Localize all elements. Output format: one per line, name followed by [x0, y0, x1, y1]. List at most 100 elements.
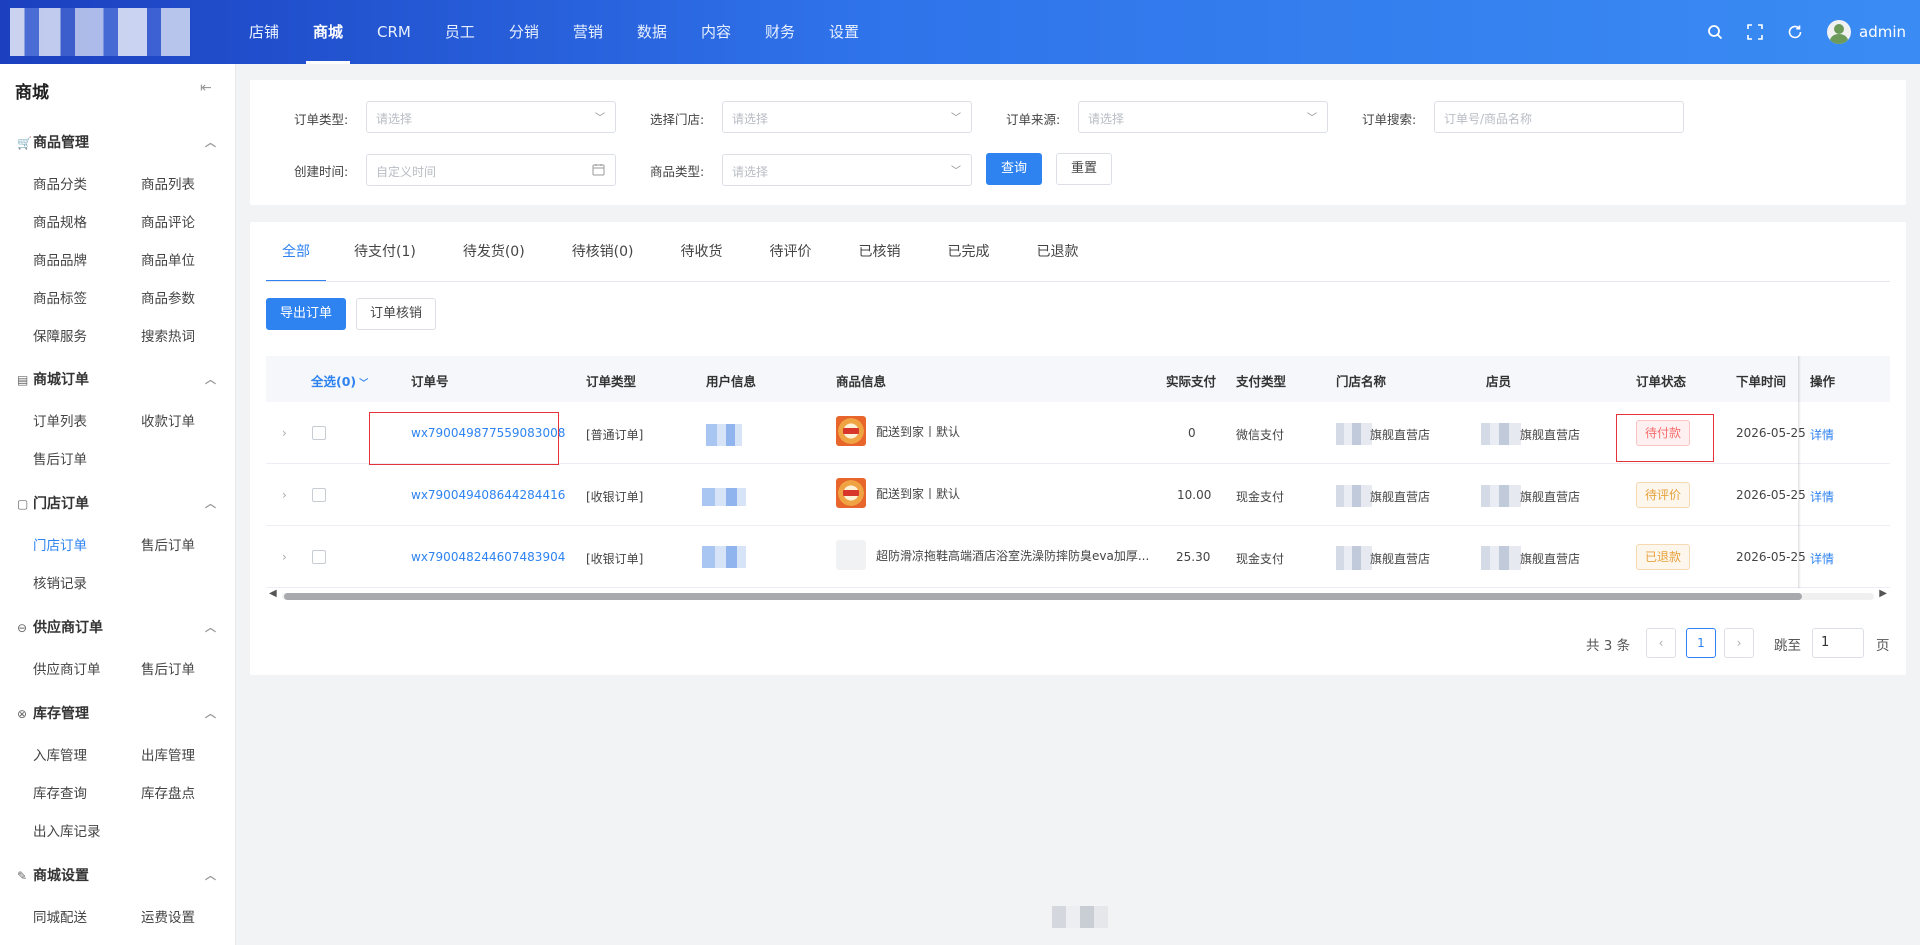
- nav-item-marketing[interactable]: 营销: [556, 0, 620, 64]
- next-page-button[interactable]: ›: [1724, 628, 1754, 658]
- nav-item-mall[interactable]: 商城: [296, 0, 360, 64]
- sidebar-item-guarantee[interactable]: 保障服务: [33, 325, 87, 345]
- col-order-status: 订单状态: [1636, 374, 1687, 389]
- jump-label: 跳至: [1774, 638, 1801, 654]
- sidebar-group-header[interactable]: ⊖ 供应商订单 ︿: [0, 615, 236, 641]
- sidebar-item-hot-search[interactable]: 搜索热词: [141, 325, 195, 345]
- query-button[interactable]: 查询: [986, 153, 1042, 185]
- select-all-dropdown[interactable]: 全选(0) ﹀: [311, 371, 368, 390]
- brand-logo[interactable]: [10, 8, 190, 56]
- username[interactable]: admin: [1859, 23, 1906, 41]
- chevron-down-icon: ﹀: [595, 113, 605, 124]
- prev-page-button[interactable]: ‹: [1646, 628, 1676, 658]
- detail-link[interactable]: 详情: [1810, 426, 1834, 443]
- sidebar-item-city-delivery[interactable]: 同城配送: [33, 906, 87, 926]
- sidebar-item-store-aftersale[interactable]: 售后订单: [141, 534, 195, 554]
- nav-item-distribution[interactable]: 分销: [492, 0, 556, 64]
- sidebar-group-header[interactable]: ✎ 商城设置 ︿: [0, 863, 236, 889]
- sidebar-item-freight[interactable]: 运费设置: [141, 906, 195, 926]
- refresh-icon[interactable]: [1775, 0, 1815, 64]
- tab-pending-review[interactable]: 待评价: [770, 228, 812, 282]
- sidebar-item-aftersale-order[interactable]: 售后订单: [33, 448, 87, 468]
- order-no-link[interactable]: wx790049408644284416: [411, 488, 565, 502]
- goods-type-select[interactable]: 请选择 ﹀: [722, 154, 972, 186]
- sidebar-item-store-order[interactable]: 门店订单: [33, 534, 87, 554]
- user-avatar-blurred: [702, 546, 746, 568]
- sidebar-item-goods-param[interactable]: 商品参数: [141, 287, 195, 307]
- total-count: 共 3 条: [1586, 638, 1631, 654]
- reset-button[interactable]: 重置: [1056, 153, 1112, 185]
- scrollbar-thumb[interactable]: [284, 593, 1802, 600]
- sidebar-item-supplier-order[interactable]: 供应商订单: [33, 658, 101, 678]
- sidebar-item-goods-review[interactable]: 商品评论: [141, 211, 195, 231]
- order-type-select[interactable]: 请选择 ﹀: [366, 101, 616, 133]
- sidebar-item-order-list[interactable]: 订单列表: [33, 410, 87, 430]
- horizontal-scrollbar[interactable]: ◀ ▶: [266, 588, 1890, 602]
- sidebar-item-supplier-aftersale[interactable]: 售后订单: [141, 658, 195, 678]
- expand-row-icon[interactable]: ›: [282, 488, 287, 502]
- row-checkbox[interactable]: [312, 550, 326, 564]
- source-select[interactable]: 请选择 ﹀: [1078, 101, 1328, 133]
- sidebar-item-goods-brand[interactable]: 商品品牌: [33, 249, 87, 269]
- chevron-down-icon: ﹀: [951, 113, 961, 124]
- pay-type: 现金支付: [1236, 552, 1285, 566]
- tab-pending-payment[interactable]: 待支付(1): [354, 228, 416, 282]
- sidebar-item-collect-order[interactable]: 收款订单: [141, 410, 195, 430]
- sidebar-group-header[interactable]: ▢ 门店订单 ︿: [0, 491, 236, 517]
- tab-completed[interactable]: 已完成: [948, 228, 990, 282]
- store-select[interactable]: 请选择 ﹀: [722, 101, 972, 133]
- jump-page-input[interactable]: 1: [1812, 628, 1864, 658]
- order-no-link[interactable]: wx790048244607483904: [411, 550, 565, 564]
- row-checkbox[interactable]: [312, 426, 326, 440]
- sidebar-item-goods-spec[interactable]: 商品规格: [33, 211, 87, 231]
- sidebar-group-mall-orders: ▤ 商城订单 ︿: [0, 367, 236, 393]
- nav-item-staff[interactable]: 员工: [428, 0, 492, 64]
- sidebar-item-verify-record[interactable]: 核销记录: [33, 572, 87, 592]
- sidebar-item-stock-in[interactable]: 入库管理: [33, 744, 87, 764]
- order-search-input[interactable]: 订单号/商品名称: [1434, 101, 1684, 133]
- export-orders-button[interactable]: 导出订单: [266, 298, 346, 330]
- nav-item-content[interactable]: 内容: [684, 0, 748, 64]
- supplier-icon: ⊖: [17, 621, 28, 635]
- tab-pending-receipt[interactable]: 待收货: [681, 228, 723, 282]
- sidebar-item-stock-out[interactable]: 出库管理: [141, 744, 195, 764]
- detail-link[interactable]: 详情: [1810, 550, 1834, 567]
- scroll-left-icon[interactable]: ◀: [269, 588, 277, 599]
- scroll-right-icon[interactable]: ▶: [1879, 588, 1887, 599]
- order-verify-button[interactable]: 订单核销: [356, 298, 436, 330]
- collapse-sidebar-icon[interactable]: ⇤: [200, 80, 212, 96]
- sidebar-item-goods-category[interactable]: 商品分类: [33, 173, 87, 193]
- user-avatar[interactable]: [1827, 20, 1851, 44]
- tab-pending-verify[interactable]: 待核销(0): [572, 228, 634, 282]
- sidebar-item-goods-unit[interactable]: 商品单位: [141, 249, 195, 269]
- page-suffix: 页: [1876, 638, 1890, 654]
- sidebar-item-stock-query[interactable]: 库存查询: [33, 782, 87, 802]
- sidebar-group-header[interactable]: ▤ 商城订单 ︿: [0, 367, 236, 393]
- fullscreen-icon[interactable]: [1735, 0, 1775, 64]
- page-1-button[interactable]: 1: [1686, 628, 1716, 658]
- detail-link[interactable]: 详情: [1810, 488, 1834, 505]
- nav-item-finance[interactable]: 财务: [748, 0, 812, 64]
- sidebar-group-header[interactable]: ⊗ 库存管理 ︿: [0, 701, 236, 727]
- expand-row-icon[interactable]: ›: [282, 426, 287, 440]
- created-date-picker[interactable]: 自定义时间: [366, 154, 616, 186]
- tab-all[interactable]: 全部: [266, 228, 326, 282]
- search-icon[interactable]: [1695, 0, 1735, 64]
- sidebar-group-header[interactable]: 🛒商品管理 ︿: [0, 130, 236, 156]
- nav-item-crm[interactable]: CRM: [360, 0, 428, 64]
- sidebar-item-stock-record[interactable]: 出入库记录: [33, 820, 101, 840]
- tab-pending-shipment[interactable]: 待发货(0): [463, 228, 525, 282]
- expand-row-icon[interactable]: ›: [282, 550, 287, 564]
- sidebar-item-goods-list[interactable]: 商品列表: [141, 173, 195, 193]
- sidebar-item-stock-check[interactable]: 库存盘点: [141, 782, 195, 802]
- order-type: [收银订单]: [586, 490, 644, 504]
- tab-refunded[interactable]: 已退款: [1037, 228, 1079, 282]
- nav-item-data[interactable]: 数据: [620, 0, 684, 64]
- nav-item-store[interactable]: 店铺: [232, 0, 296, 64]
- sidebar-item-goods-tag[interactable]: 商品标签: [33, 287, 87, 307]
- row-checkbox[interactable]: [312, 488, 326, 502]
- tab-verified[interactable]: 已核销: [859, 228, 901, 282]
- col-order-time: 下单时间: [1736, 374, 1787, 389]
- clerk-name: 旗舰直营店: [1520, 552, 1581, 566]
- nav-item-settings[interactable]: 设置: [812, 0, 876, 64]
